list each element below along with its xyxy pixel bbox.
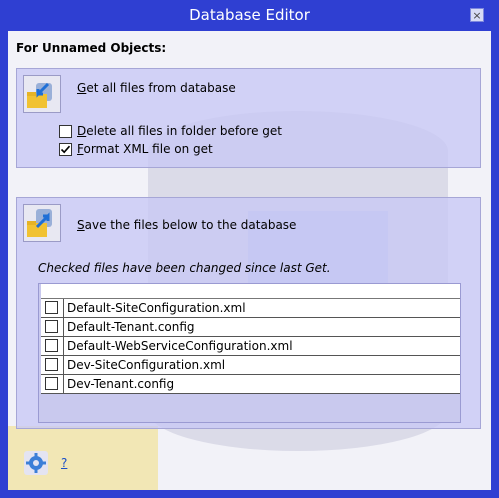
file-checkbox[interactable] [45,320,58,333]
delete-files-label: elete all files in folder before get [86,124,282,138]
file-checkbox[interactable] [45,377,58,390]
delete-files-accel: D [77,124,87,138]
column-divider [63,375,64,393]
changed-files-note: Checked files have been changed since la… [38,261,331,275]
save-files-button[interactable]: Save the files below to the database [77,218,296,232]
file-row[interactable]: Default-SiteConfiguration.xml [41,299,460,318]
column-divider [63,356,64,374]
delete-files-option[interactable]: Delete all files in folder before get [77,124,282,138]
file-name: Default-WebServiceConfiguration.xml [67,339,293,353]
file-list-header [41,284,460,299]
column-divider [63,318,64,336]
get-files-label: et all files from database [86,81,236,95]
column-divider [63,337,64,355]
file-row[interactable]: Dev-SiteConfiguration.xml [41,356,460,375]
get-files-button[interactable]: Get all files from database [77,81,236,95]
save-files-label: ave the files below to the database [84,218,297,232]
close-button[interactable]: × [470,8,484,22]
database-save-icon[interactable] [23,204,61,242]
file-name: Default-SiteConfiguration.xml [67,301,246,315]
save-files-accel: S [77,218,85,232]
file-list[interactable]: Default-SiteConfiguration.xml Default-Te… [38,283,461,423]
file-row[interactable]: Dev-Tenant.config [41,375,460,394]
file-checkbox[interactable] [45,339,58,352]
checkmark-icon [60,145,71,154]
window-title: Database Editor [189,6,310,24]
file-name: Default-Tenant.config [67,320,195,334]
help-link[interactable]: ? [61,456,67,470]
column-divider [63,299,64,317]
database-editor-window: Database Editor × For Unnamed Objects: G… [0,0,499,498]
client-area: For Unnamed Objects: Get all files from … [8,31,491,490]
get-files-accel: G [77,81,87,95]
title-bar[interactable]: Database Editor × [0,0,499,30]
format-xml-checkbox[interactable] [59,143,72,156]
save-panel: Save the files below to the database Che… [16,197,481,429]
file-row[interactable]: Default-WebServiceConfiguration.xml [41,337,460,356]
section-heading: For Unnamed Objects: [16,41,167,55]
file-row[interactable]: Default-Tenant.config [41,318,460,337]
file-name: Dev-Tenant.config [67,377,175,391]
get-panel: Get all files from database Delete all f… [16,68,481,168]
file-checkbox[interactable] [45,301,58,314]
gear-icon[interactable] [24,451,48,475]
file-checkbox[interactable] [45,358,58,371]
file-name: Dev-SiteConfiguration.xml [67,358,226,372]
database-get-icon[interactable] [23,75,61,113]
delete-files-checkbox[interactable] [59,125,72,138]
file-table: Default-SiteConfiguration.xml Default-Te… [41,284,460,394]
format-xml-option[interactable]: Format XML file on get [77,142,213,156]
format-xml-label: ormat XML file on get [83,142,213,156]
